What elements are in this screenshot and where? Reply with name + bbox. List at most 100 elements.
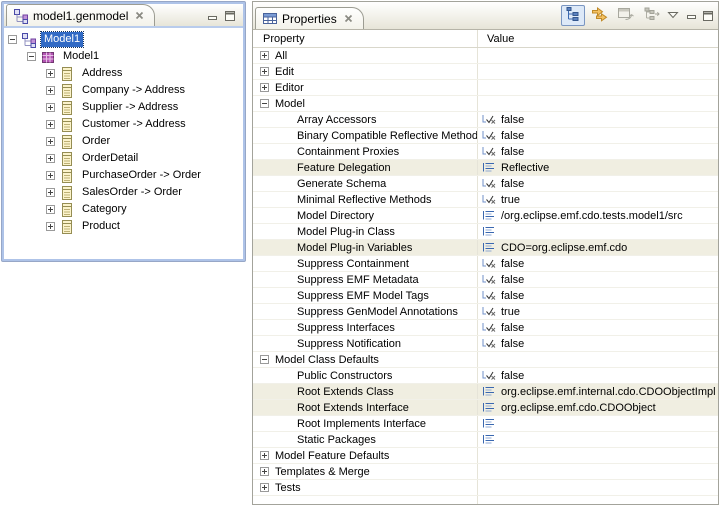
property-value-cell[interactable] — [478, 432, 718, 447]
category-expander-plus-icon[interactable] — [260, 451, 269, 460]
tree-expander-minus-icon[interactable] — [27, 52, 36, 61]
property-row[interactable]: Root Implements Interface — [253, 416, 718, 432]
category-row[interactable]: Model Feature Defaults — [253, 448, 718, 464]
tree-item[interactable]: Order — [4, 133, 243, 150]
tree-item[interactable]: Supplier -> Address — [4, 99, 243, 116]
category-expander-plus-icon[interactable] — [260, 83, 269, 92]
tree-expander-plus-icon[interactable] — [46, 69, 55, 78]
tree-item[interactable]: Model1 — [4, 48, 243, 65]
category-row[interactable]: All — [253, 48, 718, 64]
property-row[interactable]: Public Constructorsfalse — [253, 368, 718, 384]
property-row[interactable]: Suppress Containmentfalse — [253, 256, 718, 272]
tree-item[interactable]: Address — [4, 65, 243, 82]
property-value-cell[interactable]: false — [478, 256, 718, 271]
tree-expander-plus-icon[interactable] — [46, 171, 55, 180]
tab-model1-genmodel[interactable]: model1.genmodel — [6, 4, 155, 26]
tree-expander-plus-icon[interactable] — [46, 86, 55, 95]
property-row[interactable]: Model Plug-in VariablesCDO=org.eclipse.e… — [253, 240, 718, 256]
category-expander-minus-icon[interactable] — [260, 355, 269, 364]
property-name-cell: Suppress Notification — [253, 336, 478, 351]
category-expander-plus-icon[interactable] — [260, 67, 269, 76]
category-expander-plus-icon[interactable] — [260, 467, 269, 476]
property-value-cell[interactable]: Reflective — [478, 160, 718, 175]
property-value-label: true — [501, 194, 520, 206]
maximize-icon[interactable] — [225, 11, 236, 21]
property-row[interactable]: Suppress EMF Metadatafalse — [253, 272, 718, 288]
tree-expander-plus-icon[interactable] — [46, 120, 55, 129]
property-row[interactable]: Model Plug-in Class — [253, 224, 718, 240]
minimize-icon[interactable] — [687, 11, 697, 20]
tree-item[interactable]: Customer -> Address — [4, 116, 243, 133]
tree-item[interactable]: OrderDetail — [4, 150, 243, 167]
property-row[interactable]: Suppress EMF Model Tagsfalse — [253, 288, 718, 304]
property-row[interactable]: Suppress GenModel Annotationstrue — [253, 304, 718, 320]
tree-item[interactable]: SalesOrder -> Order — [4, 184, 243, 201]
property-row[interactable]: Model Directory/org.eclipse.emf.cdo.test… — [253, 208, 718, 224]
view-menu-button[interactable] — [665, 5, 681, 26]
property-value-cell[interactable]: org.eclipse.emf.internal.cdo.CDOObjectIm… — [478, 384, 718, 399]
property-row[interactable]: Suppress Notificationfalse — [253, 336, 718, 352]
tree-item[interactable]: Model1 — [4, 31, 243, 48]
category-expander-plus-icon[interactable] — [260, 483, 269, 492]
property-row[interactable]: Containment Proxiesfalse — [253, 144, 718, 160]
property-value-cell[interactable]: false — [478, 128, 718, 143]
tree-expander-plus-icon[interactable] — [46, 188, 55, 197]
property-row[interactable]: Minimal Reflective Methodstrue — [253, 192, 718, 208]
tree-item-label: SalesOrder -> Order — [79, 185, 185, 200]
property-value-cell[interactable]: false — [478, 320, 718, 335]
property-value-cell[interactable]: false — [478, 112, 718, 127]
property-row[interactable]: Array Accessorsfalse — [253, 112, 718, 128]
property-value-cell[interactable]: org.eclipse.emf.cdo.CDOObject — [478, 400, 718, 415]
property-value-cell[interactable]: true — [478, 304, 718, 319]
tree-expander-plus-icon[interactable] — [46, 154, 55, 163]
category-row[interactable]: Model — [253, 96, 718, 112]
tree-item[interactable]: Company -> Address — [4, 82, 243, 99]
show-tree-mode-button[interactable] — [561, 5, 585, 26]
property-row[interactable]: Root Extends Class org.eclipse.emf.intern… — [253, 384, 718, 400]
property-name-label: Root Extends Class — [297, 386, 394, 398]
close-icon[interactable] — [135, 11, 144, 20]
property-value-cell[interactable] — [478, 416, 718, 431]
property-value-cell[interactable]: false — [478, 368, 718, 383]
property-row[interactable]: Binary Compatible Reflective Methodsfals… — [253, 128, 718, 144]
property-value-cell[interactable]: false — [478, 272, 718, 287]
property-name-label: Templates & Merge — [275, 466, 370, 478]
property-value-cell[interactable]: CDO=org.eclipse.emf.cdo — [478, 240, 718, 255]
tree-expander-plus-icon[interactable] — [46, 103, 55, 112]
property-value-cell[interactable]: false — [478, 176, 718, 191]
property-value-cell[interactable]: false — [478, 336, 718, 351]
property-value-cell[interactable]: /org.eclipse.emf.cdo.tests.model1/src — [478, 208, 718, 223]
property-name-cell: Templates & Merge — [253, 464, 478, 479]
show-advanced-properties-button[interactable] — [587, 5, 611, 26]
category-expander-minus-icon[interactable] — [260, 99, 269, 108]
close-icon[interactable] — [344, 14, 353, 23]
tree-item[interactable]: Product — [4, 218, 243, 235]
tree-item[interactable]: Category — [4, 201, 243, 218]
property-row[interactable]: Feature DelegationReflective — [253, 160, 718, 176]
tab-properties[interactable]: Properties — [255, 7, 364, 29]
minimize-icon[interactable] — [208, 12, 218, 21]
maximize-icon[interactable] — [703, 11, 714, 21]
value-column-header: Value — [478, 30, 718, 47]
property-value-label: org.eclipse.emf.cdo.CDOObject — [501, 402, 656, 414]
tree-expander-plus-icon[interactable] — [46, 137, 55, 146]
category-row[interactable]: Templates & Merge — [253, 464, 718, 480]
tree-expander-plus-icon[interactable] — [46, 222, 55, 231]
property-row[interactable]: Root Extends Interfaceorg.eclipse.emf.cd… — [253, 400, 718, 416]
property-value-cell[interactable]: true — [478, 192, 718, 207]
property-value-cell[interactable]: false — [478, 288, 718, 303]
property-row[interactable]: Generate Schemafalse — [253, 176, 718, 192]
tree-expander-plus-icon[interactable] — [46, 205, 55, 214]
property-name-cell: Suppress Containment — [253, 256, 478, 271]
category-row[interactable]: Model Class Defaults — [253, 352, 718, 368]
property-value-cell[interactable] — [478, 224, 718, 239]
property-row[interactable]: Static Packages — [253, 432, 718, 448]
category-row[interactable]: Edit — [253, 64, 718, 80]
category-row[interactable]: Tests — [253, 480, 718, 496]
property-value-cell[interactable]: false — [478, 144, 718, 159]
property-row[interactable]: Suppress Interfacesfalse — [253, 320, 718, 336]
tree-item[interactable]: PurchaseOrder -> Order — [4, 167, 243, 184]
category-row[interactable]: Editor — [253, 80, 718, 96]
category-expander-plus-icon[interactable] — [260, 51, 269, 60]
tree-expander-minus-icon[interactable] — [8, 35, 17, 44]
